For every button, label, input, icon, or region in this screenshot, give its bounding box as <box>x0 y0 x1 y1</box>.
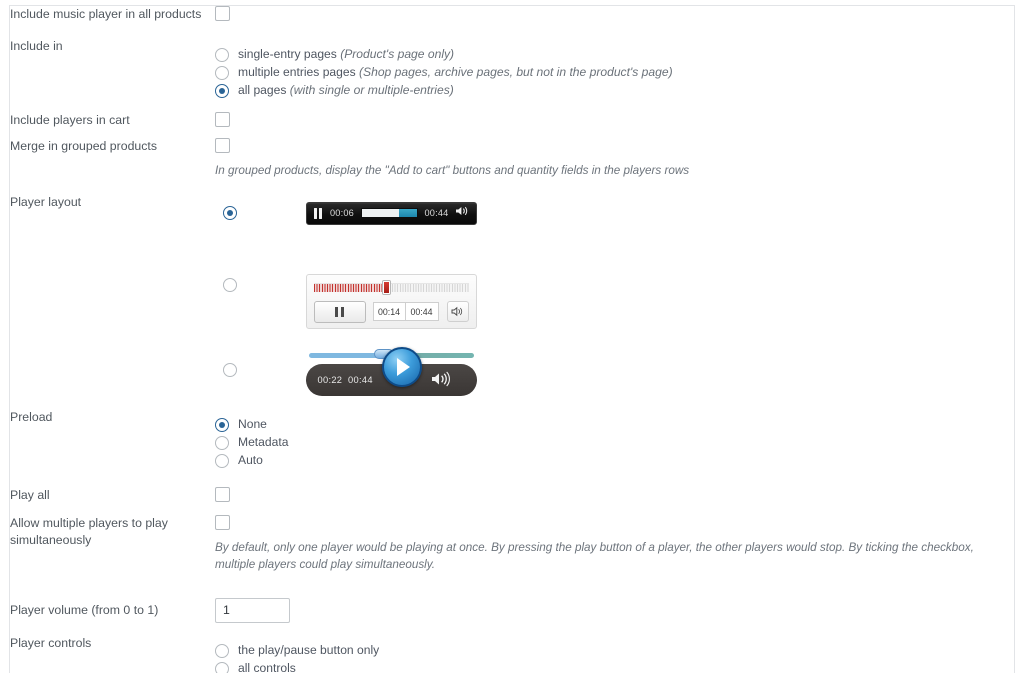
player-light-current-time: 00:14 <box>372 302 406 322</box>
player-dark-progress-bar[interactable] <box>361 208 418 219</box>
row-include-in: Include in single-entry pages (Product's… <box>10 38 1014 100</box>
pause-icon[interactable] <box>313 300 366 323</box>
row-player-controls: Player controls the play/pause button on… <box>10 635 1014 673</box>
radio-option-preload-auto[interactable]: Auto <box>215 453 1014 470</box>
radio-multiple-entries[interactable] <box>215 65 229 80</box>
checkbox-merge-grouped[interactable] <box>215 138 230 153</box>
row-merge-grouped: Merge in grouped products In grouped pro… <box>10 138 1014 180</box>
radio-label-preload-none: None <box>238 417 267 432</box>
radio-controls-playpause[interactable] <box>215 644 229 659</box>
radio-label-controls-playpause: the play/pause button only <box>238 643 380 658</box>
player-volume-input[interactable] <box>215 597 290 623</box>
label-include-all-products: Include music player in all products <box>10 7 202 21</box>
radio-layout-rounded[interactable] <box>223 362 237 377</box>
row-include-all-products: Include music player in all products <box>10 6 1014 24</box>
radio-option-all-pages[interactable]: all pages (with single or multiple-entri… <box>215 82 1014 99</box>
row-player-layout: Player layout 00:06 00:44 00:14 00:44 00… <box>10 194 1014 397</box>
checkbox-include-in-cart[interactable] <box>215 112 230 127</box>
speaker-icon[interactable] <box>455 204 469 222</box>
player-dark-current-time: 00:06 <box>330 208 354 219</box>
label-include-in-cart: Include players in cart <box>10 113 130 127</box>
speaker-icon[interactable] <box>431 371 451 392</box>
row-allow-multiple: Allow multiple players to play simultane… <box>10 514 1014 574</box>
radio-label-multiple-entries: multiple entries pages (Shop pages, arch… <box>238 64 673 79</box>
radio-option-controls-all[interactable]: all controls <box>215 661 1014 673</box>
player-light-progress-bar[interactable] <box>313 280 469 294</box>
radio-all-pages[interactable] <box>215 83 229 98</box>
row-preload: Preload None Metadata Auto <box>10 409 1014 471</box>
pause-icon[interactable] <box>313 207 322 219</box>
player-preview-rounded[interactable]: 00:22 00:44 <box>305 346 477 397</box>
checkbox-allow-multiple[interactable] <box>215 514 230 530</box>
radio-option-single-entry[interactable]: single-entry pages (Product's page only) <box>215 46 1014 63</box>
label-player-controls: Player controls <box>10 635 92 650</box>
player-preview-light[interactable]: 00:14 00:44 <box>305 273 477 329</box>
radio-label-preload-metadata: Metadata <box>238 435 289 450</box>
player-rounded-times: 00:22 00:44 <box>317 374 373 385</box>
radio-option-multiple-entries[interactable]: multiple entries pages (Shop pages, arch… <box>215 64 1014 81</box>
layout-option-rounded[interactable]: 00:22 00:44 <box>215 346 1014 397</box>
player-light-total-time: 00:44 <box>405 302 439 322</box>
label-allow-multiple: Allow multiple players to play simultane… <box>10 515 168 548</box>
radio-layout-light[interactable] <box>223 277 237 292</box>
label-merge-grouped: Merge in grouped products <box>10 139 157 153</box>
radio-label-preload-auto: Auto <box>238 453 263 468</box>
row-play-all: Play all <box>10 486 1014 505</box>
layout-option-dark[interactable]: 00:06 00:44 <box>215 201 1014 246</box>
radio-preload-none[interactable] <box>215 418 229 433</box>
radio-label-controls-all: all controls <box>238 661 296 673</box>
radio-label-all-pages: all pages (with single or multiple-entri… <box>238 82 454 97</box>
radio-option-controls-playpause[interactable]: the play/pause button only <box>215 643 1014 660</box>
radio-controls-all[interactable] <box>215 662 229 673</box>
label-play-all: Play all <box>10 487 50 502</box>
layout-option-light[interactable]: 00:14 00:44 <box>215 273 1014 334</box>
radio-single-entry[interactable] <box>215 47 229 62</box>
radio-preload-metadata[interactable] <box>215 436 229 451</box>
player-preview-dark[interactable]: 00:06 00:44 <box>305 201 477 225</box>
label-player-volume: Player volume (from 0 to 1) <box>10 602 159 617</box>
radio-layout-dark[interactable] <box>223 205 237 220</box>
settings-panel: Include music player in all products Inc… <box>9 5 1015 673</box>
checkbox-include-all-products[interactable] <box>215 6 230 21</box>
speaker-icon[interactable] <box>446 301 469 323</box>
checkbox-play-all[interactable] <box>215 486 230 502</box>
label-player-layout: Player layout <box>10 194 82 209</box>
row-include-in-cart: Include players in cart <box>10 112 1014 130</box>
radio-preload-auto[interactable] <box>215 454 229 469</box>
label-preload: Preload <box>10 409 53 424</box>
play-icon[interactable] <box>381 346 422 387</box>
description-merge-grouped: In grouped products, display the "Add to… <box>215 164 690 177</box>
radio-option-preload-none[interactable]: None <box>215 417 1014 434</box>
radio-label-single-entry: single-entry pages (Product's page only) <box>238 46 455 61</box>
player-light-seek-handle[interactable] <box>383 280 391 294</box>
player-dark-total-time: 00:44 <box>424 208 449 219</box>
radio-option-preload-metadata[interactable]: Metadata <box>215 435 1014 452</box>
row-player-volume: Player volume (from 0 to 1) <box>10 588 1014 623</box>
label-include-in: Include in <box>10 39 63 53</box>
description-allow-multiple: By default, only one player would be pla… <box>215 540 974 572</box>
settings-form: Include music player in all products Inc… <box>10 6 1014 673</box>
